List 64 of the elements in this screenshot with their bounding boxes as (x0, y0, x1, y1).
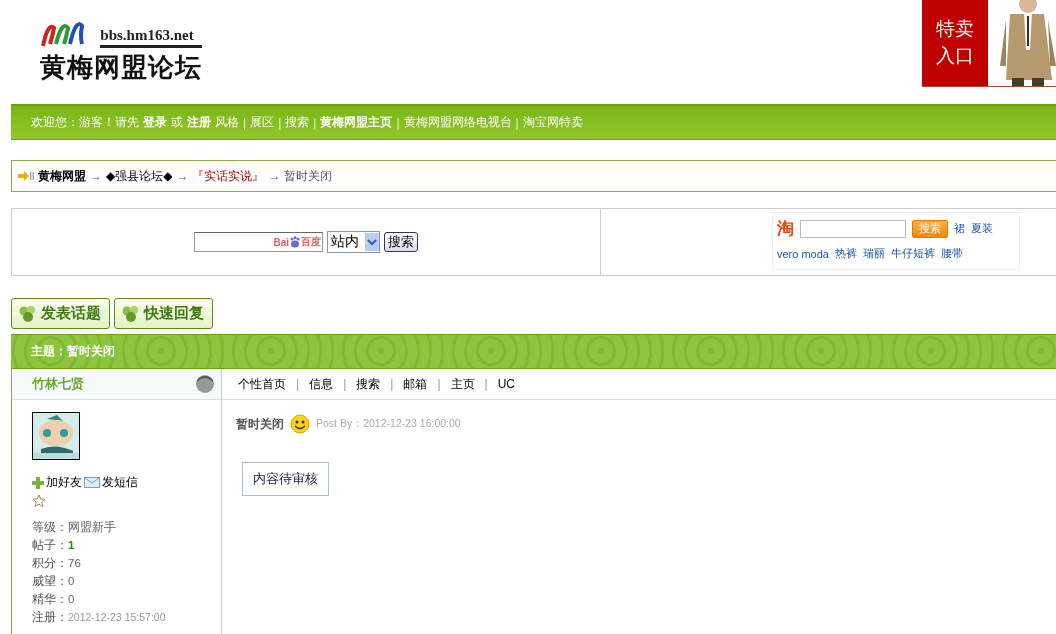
separator: | (343, 377, 347, 391)
caret-icon (365, 233, 379, 251)
separator: | (296, 377, 300, 391)
separator: | (396, 115, 400, 130)
separator: | (484, 377, 488, 391)
author-stat: 精华：0 (32, 592, 76, 607)
add-friend-link[interactable]: 加好友 (32, 474, 82, 491)
keyword-link[interactable]: 热裤 (835, 246, 857, 261)
action-button[interactable]: 发表话题 (11, 298, 110, 329)
arrow-icon (18, 171, 34, 181)
post-meta: Post By：2012-12-23 16:00:00 (316, 417, 461, 431)
profile-link[interactable]: 搜索 (356, 375, 381, 393)
action-button[interactable]: 快速回复 (114, 298, 213, 329)
greeting-text: 或 (171, 114, 183, 131)
breadcrumb-link[interactable]: ◆强县论坛◆ (106, 167, 173, 185)
author-stat: 等级：网盟新手 (32, 520, 117, 535)
separator: | (390, 377, 394, 391)
profile-link[interactable]: UC (497, 377, 515, 391)
keyword-link[interactable]: 牛仔短裤 (891, 246, 935, 261)
breadcrumb-link[interactable]: 『实话实说』 (192, 167, 265, 185)
separator: | (313, 115, 317, 130)
keyword-link[interactable]: 裙 (954, 221, 965, 236)
clover-icon (18, 304, 38, 323)
keyword-link[interactable]: vero moda (777, 247, 829, 260)
sale-banner[interactable]: 特卖 入口 (922, 0, 988, 86)
site-name: 黄梅网盟论坛 (40, 52, 202, 84)
topic-title: 主题：暂时关闭 (31, 343, 115, 360)
profile-link[interactable]: 主页 (450, 375, 475, 393)
profile-link[interactable]: 邮箱 (403, 375, 428, 393)
keyword-link[interactable]: 腰带 (941, 246, 963, 261)
separator: | (515, 115, 519, 130)
author-stat: 威望：0 (32, 574, 76, 589)
profile-link[interactable]: 个性首页 (238, 375, 286, 393)
scope-dropdown[interactable]: 站内 (327, 231, 380, 253)
message-link[interactable]: 发短信 (84, 474, 138, 491)
search-button[interactable]: 搜索 (384, 232, 418, 252)
separator: | (243, 115, 247, 130)
author-stat: 帖子：1 (32, 538, 76, 553)
breadcrumb-arrow: → (176, 169, 189, 183)
star-outline-icon (32, 494, 46, 508)
logo-text: Bai (273, 236, 289, 248)
envelope-icon (84, 477, 100, 488)
breadcrumb-arrow: → (268, 169, 281, 183)
paw-icon (289, 236, 301, 248)
post-content: 内容待审核 (242, 462, 329, 496)
post-title: 暂时关闭 (236, 415, 284, 433)
author-stat: 积分：76 (32, 556, 82, 571)
site-url: bbs.hm163.net (100, 27, 202, 48)
clover-icon (121, 304, 141, 323)
author-stat: 注册：2012-12-23 15:57:00 (32, 610, 167, 625)
search-field[interactable]: Bai 百度 (194, 232, 323, 252)
taobao-logo: 淘 (777, 218, 794, 240)
separator: | (437, 377, 441, 391)
breadcrumb-arrow: → (90, 169, 102, 183)
keyword-link[interactable]: 瑞丽 (863, 246, 885, 261)
keyword-link[interactable]: 夏装 (971, 221, 993, 236)
greeting-text: 欢迎您：游客！请先 (31, 114, 139, 131)
profile-link[interactable]: 信息 (309, 375, 334, 393)
search-field[interactable] (800, 219, 906, 238)
logo-text: 百度 (301, 235, 321, 249)
plus-icon (32, 476, 44, 489)
smiley-icon (290, 414, 310, 434)
breadcrumb-link[interactable]: 黄梅网盟 (38, 167, 86, 185)
separator: | (278, 115, 282, 130)
